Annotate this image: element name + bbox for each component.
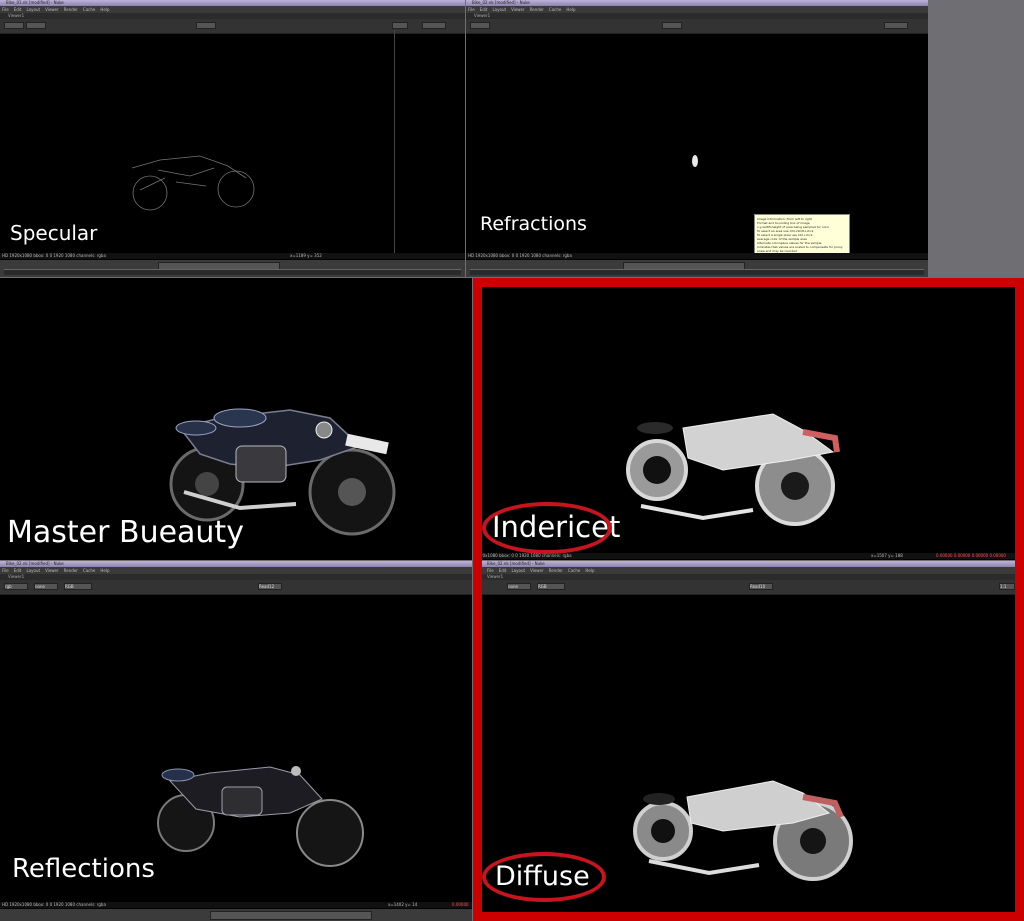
pass-label-reflections: Reflections xyxy=(12,854,155,884)
cursor-coords: x=1189 y= 352 xyxy=(290,253,322,258)
timeline[interactable] xyxy=(466,260,928,277)
pass-label-refractions: Refractions xyxy=(480,213,587,235)
indirect-label-circle xyxy=(482,502,612,554)
specular-panel: Bike_01.nk [modified] - Nuke File Edit Lay… xyxy=(0,0,465,277)
playback-controls[interactable] xyxy=(210,911,372,920)
timeline[interactable] xyxy=(0,909,472,921)
refraction-highlight xyxy=(692,155,698,167)
cursor-coords: x=1402 y= 14 xyxy=(388,902,418,907)
pass-label-specular: Specular xyxy=(10,221,98,245)
master-beauty-panel: Master Bueauty xyxy=(0,278,472,560)
status-bar: HD 1920x1080 bbox: 0 0 1920 1080 channel… xyxy=(466,253,928,259)
timeline[interactable] xyxy=(0,260,465,277)
cursor-coords: x=1507 y= 188 xyxy=(871,553,903,558)
pass-label-master-beauty: Master Bueauty xyxy=(7,515,244,550)
frame-ruler[interactable] xyxy=(4,269,461,275)
image-info-tooltip: Image information: From left to right Fo… xyxy=(754,214,850,254)
pixel-value: 0.00000 xyxy=(452,902,469,907)
refractions-panel: Bike_02.nk [modified] - Nuke File Edit Lay… xyxy=(466,0,928,277)
frame-ruler[interactable] xyxy=(470,269,924,275)
reflections-panel: Bike_02.nk [modified] - Nuke File Edit Lay… xyxy=(0,561,472,921)
diffuse-label-circle xyxy=(482,852,606,902)
pixel-values: 0.00000 0.00000 0.00000 0.00000 xyxy=(936,553,1006,558)
status-bar: HD 1920x1080 bbox: 0 0 1920 1080 channel… xyxy=(0,253,465,259)
